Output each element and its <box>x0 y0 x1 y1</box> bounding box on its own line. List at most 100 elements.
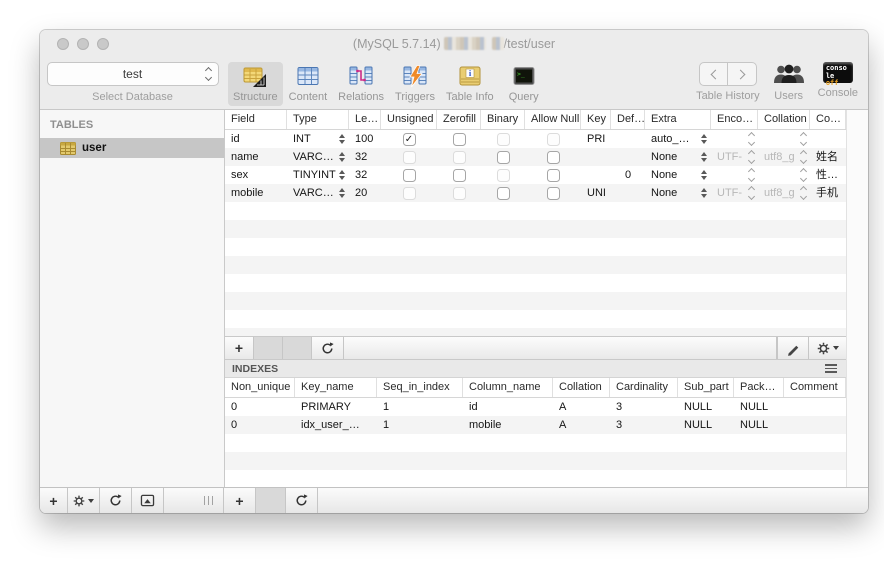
add-index-button[interactable]: + <box>224 488 256 513</box>
structure-column-header[interactable]: Unsigned <box>381 110 437 129</box>
structure-row[interactable]: mobile VARC… 20 UNI None UTF-utf8_g 手机 <box>225 184 846 202</box>
structure-column-header[interactable]: Zerofill <box>437 110 481 129</box>
database-select[interactable]: test <box>46 62 219 86</box>
field-cell[interactable]: id <box>225 130 287 148</box>
structure-row[interactable]: id INT 100 ✓ PRI auto_… <box>225 130 846 148</box>
tab-relations[interactable]: Relations <box>333 62 389 106</box>
dropdown-stepper-icon[interactable] <box>799 149 808 165</box>
structure-column-header[interactable]: Def… <box>611 110 645 129</box>
default-cell[interactable] <box>611 130 645 148</box>
collation-cell[interactable] <box>758 166 810 184</box>
structure-column-header[interactable]: Type <box>287 110 349 129</box>
dropdown-stepper-icon[interactable] <box>747 149 756 165</box>
value-stepper-icon[interactable] <box>701 134 707 144</box>
length-cell[interactable]: 100 <box>349 130 381 148</box>
indexes-menu-icon[interactable] <box>825 364 837 373</box>
comment-cell[interactable]: 手机 <box>810 184 846 202</box>
structure-column-header[interactable]: Extra <box>645 110 711 129</box>
structure-row[interactable]: name VARC… 32 None UTF-utf8_g 姓名 <box>225 148 846 166</box>
checkbox[interactable] <box>496 150 510 164</box>
table-actions-gear-button[interactable] <box>68 488 100 513</box>
index-row[interactable]: 0 idx_user_… 1 mobile A 3 NULL NULL <box>225 416 846 434</box>
checkbox[interactable] <box>546 186 560 200</box>
value-stepper-icon[interactable] <box>339 152 345 162</box>
value-stepper-icon[interactable] <box>339 134 345 144</box>
refresh-indexes-button[interactable] <box>286 488 318 513</box>
type-cell[interactable]: TINYINT <box>287 166 349 184</box>
dropdown-stepper-icon[interactable] <box>747 167 756 183</box>
history-forward-button[interactable] <box>727 63 756 85</box>
comment-cell[interactable]: 姓名 <box>810 148 846 166</box>
structure-column-header[interactable]: Field <box>225 110 287 129</box>
structure-column-header[interactable]: Binary <box>481 110 525 129</box>
checkbox[interactable]: ✓ <box>402 132 416 146</box>
value-stepper-icon[interactable] <box>701 152 707 162</box>
close-window-button[interactable] <box>57 38 69 50</box>
checkbox[interactable] <box>496 186 510 200</box>
value-stepper-icon[interactable] <box>339 170 345 180</box>
collation-cell[interactable] <box>758 130 810 148</box>
default-cell[interactable]: 0 <box>611 166 645 184</box>
structure-row[interactable]: sex TINYINT 32 0 None 性… <box>225 166 846 184</box>
indexes-column-header[interactable]: Cardinality <box>610 378 678 397</box>
checkbox[interactable] <box>546 150 560 164</box>
indexes-column-header[interactable]: Collation <box>553 378 610 397</box>
value-stepper-icon[interactable] <box>339 188 345 198</box>
splitter-handle-icon[interactable] <box>203 496 213 505</box>
console-group[interactable]: conso le off Console <box>818 62 858 99</box>
field-actions-gear-button[interactable] <box>809 337 846 359</box>
checkbox[interactable] <box>402 168 416 182</box>
edit-field-button[interactable] <box>777 337 809 359</box>
type-cell[interactable]: VARC… <box>287 148 349 166</box>
field-cell[interactable]: name <box>225 148 287 166</box>
dropdown-stepper-icon[interactable] <box>799 167 808 183</box>
tab-content[interactable]: Content <box>284 62 333 106</box>
structure-column-header[interactable]: Allow Null <box>525 110 581 129</box>
extra-cell[interactable]: auto_… <box>645 130 711 148</box>
structure-column-header[interactable]: Le… <box>349 110 381 129</box>
dropdown-stepper-icon[interactable] <box>799 131 808 147</box>
tab-triggers[interactable]: Triggers <box>390 62 440 106</box>
tab-table-info[interactable]: i Table Info <box>441 62 499 106</box>
length-cell[interactable]: 32 <box>349 166 381 184</box>
users-group[interactable]: Users <box>772 62 806 102</box>
indexes-column-header[interactable]: Comment <box>784 378 846 397</box>
length-cell[interactable]: 20 <box>349 184 381 202</box>
add-table-button[interactable]: + <box>40 488 68 513</box>
structure-column-header[interactable]: Collation <box>758 110 810 129</box>
sidebar-item-user-table[interactable]: user <box>40 138 224 158</box>
encoding-cell[interactable]: UTF- <box>711 148 758 166</box>
default-cell[interactable] <box>611 184 645 202</box>
checkbox[interactable] <box>452 168 466 182</box>
comment-cell[interactable] <box>810 130 846 148</box>
structure-column-header[interactable]: Key <box>581 110 611 129</box>
default-cell[interactable] <box>611 148 645 166</box>
value-stepper-icon[interactable] <box>701 170 707 180</box>
indexes-column-header[interactable]: Sub_part <box>678 378 734 397</box>
indexes-column-header[interactable]: Column_name <box>463 378 553 397</box>
zoom-window-button[interactable] <box>97 38 109 50</box>
comment-cell[interactable]: 性… <box>810 166 846 184</box>
minimize-window-button[interactable] <box>77 38 89 50</box>
structure-column-header[interactable]: Enco… <box>711 110 758 129</box>
index-row[interactable]: 0 PRIMARY 1 id A 3 NULL NULL <box>225 398 846 416</box>
dropdown-stepper-icon[interactable] <box>747 185 756 201</box>
pane-toggle-button[interactable] <box>132 488 164 513</box>
collation-cell[interactable]: utf8_g <box>758 148 810 166</box>
tab-query[interactable]: >_ Query <box>500 62 548 106</box>
history-back-button[interactable] <box>700 63 728 85</box>
encoding-cell[interactable] <box>711 166 758 184</box>
extra-cell[interactable]: None <box>645 184 711 202</box>
indexes-column-header[interactable]: Key_name <box>295 378 377 397</box>
add-field-button[interactable]: + <box>225 337 254 359</box>
extra-cell[interactable]: None <box>645 166 711 184</box>
extra-cell[interactable]: None <box>645 148 711 166</box>
tab-structure[interactable]: Structure <box>228 62 283 106</box>
type-cell[interactable]: INT <box>287 130 349 148</box>
encoding-cell[interactable]: UTF- <box>711 184 758 202</box>
type-cell[interactable]: VARC… <box>287 184 349 202</box>
refresh-tables-button[interactable] <box>100 488 132 513</box>
collation-cell[interactable]: utf8_g <box>758 184 810 202</box>
checkbox[interactable] <box>546 168 560 182</box>
field-cell[interactable]: mobile <box>225 184 287 202</box>
